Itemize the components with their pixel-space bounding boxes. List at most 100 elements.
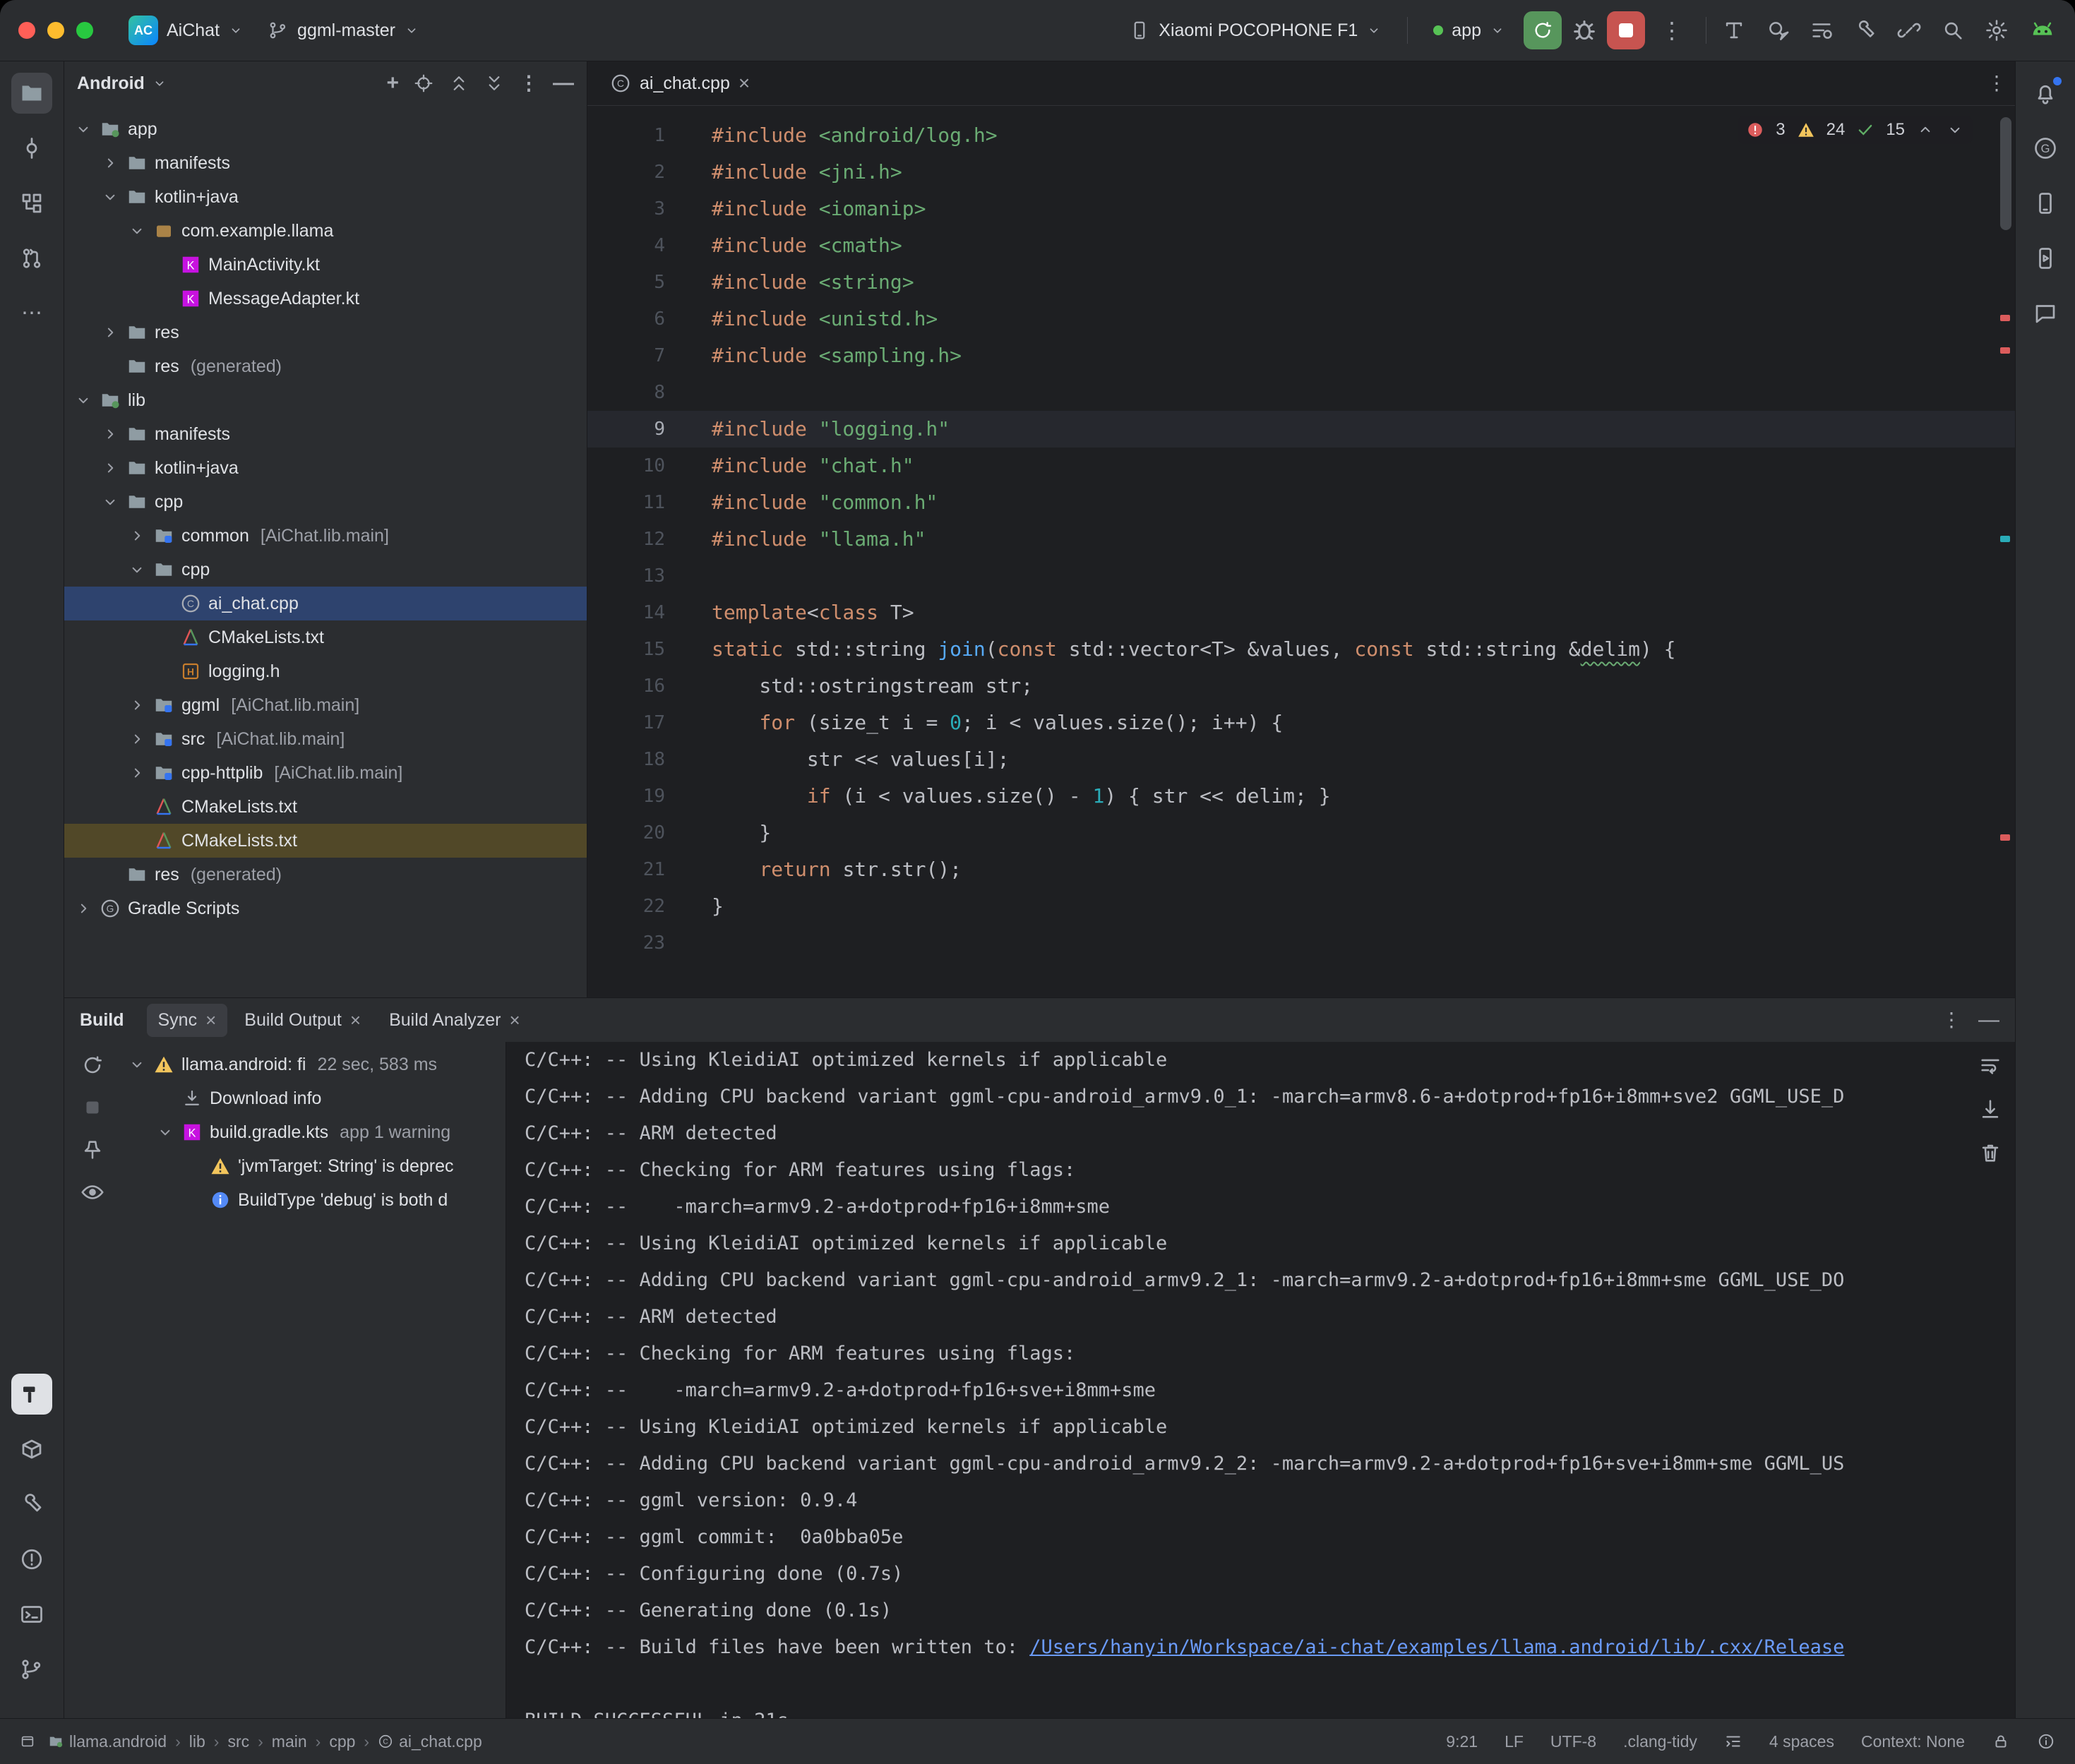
terminal-tool-button[interactable]	[11, 1594, 52, 1635]
tree-chevron-icon[interactable]	[128, 222, 146, 240]
project-view-title[interactable]: Android	[77, 73, 145, 94]
project-tree-item-cpp[interactable]: cpp	[64, 553, 587, 587]
tree-chevron-icon[interactable]	[156, 1123, 174, 1141]
debug-button[interactable]	[1570, 16, 1598, 44]
tree-chevron-icon[interactable]	[101, 188, 119, 206]
code-line-12[interactable]: 12#include "llama.h"	[587, 521, 2015, 558]
indent-size[interactable]: 4 spaces	[1769, 1732, 1834, 1751]
breadcrumb-src[interactable]: src	[227, 1732, 249, 1751]
project-tree-item-gradle-scripts[interactable]: GGradle Scripts	[64, 892, 587, 925]
build-tab-sync[interactable]: Sync×	[147, 1004, 228, 1037]
line-number[interactable]: 14	[587, 594, 693, 631]
search-everywhere-button[interactable]	[1941, 18, 1965, 42]
tree-chevron-icon[interactable]	[74, 899, 92, 918]
collapse-all-button[interactable]	[484, 73, 505, 94]
expand-all-button[interactable]	[448, 73, 470, 94]
text-actions-icon[interactable]	[1722, 18, 1746, 42]
minimize-window-button[interactable]	[47, 22, 64, 39]
project-tree-item-com-example-llama[interactable]: com.example.llama	[64, 214, 587, 248]
line-number[interactable]: 6	[587, 301, 693, 337]
structure-tool-button[interactable]	[11, 183, 52, 224]
inspections-widget[interactable]: 3 24 15	[1738, 116, 1973, 144]
code-style-config[interactable]: .clang-tidy	[1623, 1732, 1697, 1751]
tree-chevron-icon[interactable]	[128, 764, 146, 782]
code-line-7[interactable]: 7#include <sampling.h>	[587, 337, 2015, 374]
next-highlight-button[interactable]	[1946, 121, 1964, 139]
view-options-button[interactable]	[80, 1180, 104, 1204]
project-tree-item-cmakelists-txt[interactable]: CMakeLists.txt	[64, 790, 587, 824]
line-number[interactable]: 21	[587, 851, 693, 888]
close-window-button[interactable]	[18, 22, 35, 39]
project-tree-item-ggml[interactable]: ggml[AiChat.lib.main]	[64, 688, 587, 722]
project-tree-item-cpp-httplib[interactable]: cpp-httplib[AiChat.lib.main]	[64, 756, 587, 790]
build-tool-button[interactable]	[11, 1374, 52, 1415]
build-tree-item-download-info[interactable]: Download info	[121, 1081, 506, 1115]
project-tree-item-ai-chat-cpp[interactable]: Cai_chat.cpp	[64, 587, 587, 620]
tree-chevron-icon[interactable]	[74, 391, 92, 409]
project-tree-item-cmakelists-txt[interactable]: CMakeLists.txt	[64, 620, 587, 654]
code-line-9[interactable]: 9#include "logging.h"	[587, 411, 2015, 448]
build-variants-tool-button[interactable]	[11, 1429, 52, 1470]
editor-scrollbar-thumb[interactable]	[2000, 117, 2011, 230]
tree-chevron-icon[interactable]	[101, 493, 119, 511]
zoom-window-button[interactable]	[76, 22, 93, 39]
editor-tab-ai-chat-cpp[interactable]: C ai_chat.cpp ×	[596, 61, 764, 105]
run-configuration-selector[interactable]: app	[1423, 13, 1515, 48]
project-tree-item-res[interactable]: res(generated)	[64, 858, 587, 892]
code-line-18[interactable]: 18 str << values[i];	[587, 741, 2015, 778]
close-tab-icon[interactable]: ×	[350, 1011, 361, 1029]
settings-button[interactable]	[1985, 18, 2009, 42]
caret-position[interactable]: 9:21	[1446, 1732, 1478, 1751]
line-number[interactable]: 3	[587, 191, 693, 227]
code-line-19[interactable]: 19 if (i < values.size() - 1) { str << d…	[587, 778, 2015, 815]
line-number[interactable]: 20	[587, 815, 693, 851]
search-actions-icon[interactable]	[1766, 18, 1790, 42]
tree-chevron-icon[interactable]	[128, 730, 146, 748]
project-tree-item-src[interactable]: src[AiChat.lib.main]	[64, 722, 587, 756]
code-line-13[interactable]: 13	[587, 558, 2015, 594]
select-opened-file-button[interactable]	[413, 73, 434, 94]
build-tree-item-llama-android-fi[interactable]: llama.android: fi22 sec, 583 ms	[121, 1048, 506, 1081]
project-tree-item-cpp[interactable]: cpp	[64, 485, 587, 519]
code-line-16[interactable]: 16 std::ostringstream str;	[587, 668, 2015, 704]
tree-chevron-icon[interactable]	[74, 120, 92, 138]
line-number[interactable]: 5	[587, 264, 693, 301]
project-tree-item-manifests[interactable]: manifests	[64, 417, 587, 451]
stop-button[interactable]	[1607, 11, 1645, 49]
device-explorer-tool-button[interactable]	[2025, 183, 2066, 224]
line-number[interactable]: 9	[587, 411, 693, 448]
hide-project-panel-button[interactable]: —	[553, 73, 574, 94]
code-line-2[interactable]: 2#include <jni.h>	[587, 154, 2015, 191]
previous-highlight-button[interactable]	[1916, 121, 1935, 139]
line-separator[interactable]: LF	[1505, 1732, 1524, 1751]
code-line-20[interactable]: 20 }	[587, 815, 2015, 851]
code-line-4[interactable]: 4#include <cmath>	[587, 227, 2015, 264]
build-options-button[interactable]: ⋮	[1942, 1010, 1961, 1030]
add-button[interactable]: +	[386, 73, 399, 94]
breadcrumb-ai-chat-cpp[interactable]: Cai_chat.cpp	[378, 1732, 482, 1751]
project-options-button[interactable]: ⋮	[519, 73, 539, 93]
code-line-6[interactable]: 6#include <unistd.h>	[587, 301, 2015, 337]
code-line-3[interactable]: 3#include <iomanip>	[587, 191, 2015, 227]
device-pairing-icon[interactable]	[1897, 18, 1921, 42]
tree-chevron-icon[interactable]	[128, 696, 146, 714]
build-tree-item-buildtype-debug-is-both-d[interactable]: BuildType 'debug' is both d	[121, 1183, 506, 1217]
project-tree-item-kotlin-java[interactable]: kotlin+java	[64, 180, 587, 214]
gemini-assistant-icon[interactable]	[2028, 16, 2057, 44]
line-number[interactable]: 8	[587, 374, 693, 411]
code-line-17[interactable]: 17 for (size_t i = 0; i < values.size();…	[587, 704, 2015, 741]
project-tree-item-res[interactable]: res(generated)	[64, 349, 587, 383]
code-line-23[interactable]: 23	[587, 925, 2015, 961]
logcat-filter-icon[interactable]	[1810, 18, 1834, 42]
file-encoding[interactable]: UTF-8	[1550, 1732, 1596, 1751]
line-number[interactable]: 13	[587, 558, 693, 594]
clear-log-button[interactable]	[1978, 1141, 2002, 1165]
commit-tool-button[interactable]	[11, 128, 52, 169]
code-area[interactable]: 3 24 15 1#include <android/log.h>2#inclu…	[587, 106, 2015, 997]
code-line-14[interactable]: 14template<class T>	[587, 594, 2015, 631]
editor-options-button[interactable]: ⋮	[1987, 73, 2007, 93]
breadcrumb-cpp[interactable]: cpp	[329, 1732, 355, 1751]
line-number[interactable]: 17	[587, 704, 693, 741]
running-devices-tool-button[interactable]	[2025, 238, 2066, 279]
tree-chevron-icon[interactable]	[101, 323, 119, 342]
